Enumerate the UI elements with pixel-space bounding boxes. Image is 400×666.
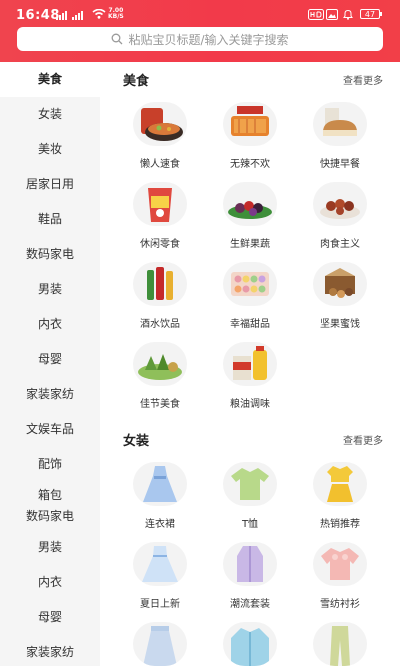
category-label: 酒水饮品 xyxy=(140,319,180,330)
dress-icon xyxy=(133,462,187,506)
view-more-link[interactable]: 查看更多 xyxy=(343,72,383,87)
nuts-box-icon xyxy=(313,262,367,306)
sidebar-item-bags[interactable]: 箱包 xyxy=(0,482,100,504)
signal-icon xyxy=(72,11,83,20)
category-tile[interactable]: 佳节美食 xyxy=(115,342,205,410)
sidebar-item-digital-appliances[interactable]: 数码家电 xyxy=(0,237,100,272)
category-tile[interactable]: 热销推荐 xyxy=(295,462,385,530)
notification-bell-icon xyxy=(343,9,353,20)
category-label: 快捷早餐 xyxy=(320,159,360,170)
category-label: 雪纺衬衫 xyxy=(320,599,360,610)
header-bar: 16:48 7.00 KB/S 47 粘贴宝贝标题/输入关键字搜索 xyxy=(0,0,400,62)
battery-icon: 47 xyxy=(360,9,382,19)
sidebar-item-household[interactable]: 居家日用 xyxy=(0,167,100,202)
category-tile[interactable]: 雪纺衬衫 xyxy=(295,542,385,610)
image-icon xyxy=(326,9,338,20)
category-tile[interactable]: 坚果蜜饯 xyxy=(295,262,385,330)
category-tile[interactable]: 粮油调味 xyxy=(205,342,295,410)
instant-noodles-icon xyxy=(133,102,187,146)
category-tile[interactable]: 休闲零食 xyxy=(115,182,205,250)
sidebar-item-underwear[interactable]: 内衣 xyxy=(0,565,100,600)
net-speed: 7.00 KB/S xyxy=(108,8,124,20)
category-label: T恤 xyxy=(241,519,259,530)
category-label: 佳节美食 xyxy=(140,399,180,410)
view-more-link[interactable]: 查看更多 xyxy=(343,432,383,447)
category-label: 夏日上新 xyxy=(140,599,180,610)
sidebar-item-baby[interactable]: 母婴 xyxy=(0,342,100,377)
chiffon-shirt-icon xyxy=(313,542,367,586)
sidebar-item-menswear[interactable]: 男装 xyxy=(0,530,100,565)
category-label: 生鲜果蔬 xyxy=(230,239,270,250)
sidebar-item-shoes[interactable]: 鞋品 xyxy=(0,202,100,237)
sidebar-item-menswear[interactable]: 男装 xyxy=(0,272,100,307)
category-tile[interactable]: 肉食主义 xyxy=(295,182,385,250)
category-label: 休闲零食 xyxy=(140,239,180,250)
category-sidebar[interactable]: 美食 女装 美妆 居家日用 鞋品 数码家电 男装 内衣 母婴 家装家纺 文娱车品… xyxy=(0,62,100,666)
category-tile[interactable]: 连衣裙 xyxy=(115,462,205,530)
sidebar-item-womens-clothing[interactable]: 女装 xyxy=(0,97,100,132)
sidebar-item-home-textiles[interactable]: 家装家纺 xyxy=(0,635,100,666)
category-tile[interactable]: 酒水饮品 xyxy=(115,262,205,330)
category-label: 懒人速食 xyxy=(140,159,180,170)
section-header-womens-clothing: 女装 查看更多 xyxy=(123,430,383,450)
sidebar-item-entertainment-car[interactable]: 文娱车品 xyxy=(0,412,100,447)
sidebar-item-baby[interactable]: 母婴 xyxy=(0,600,100,635)
hd-icon xyxy=(308,9,324,20)
sidebar-item-underwear[interactable]: 内衣 xyxy=(0,307,100,342)
sidebar-item-digital-appliances[interactable]: 数码家电 xyxy=(0,504,100,530)
macaron-box-icon xyxy=(223,262,277,306)
category-tile[interactable]: 生鲜果蔬 xyxy=(205,182,295,250)
sidebar-item-beauty[interactable]: 美妆 xyxy=(0,132,100,167)
sidebar-item-food[interactable]: 美食 xyxy=(0,62,100,97)
summer-dress-icon xyxy=(133,542,187,586)
signal-icon xyxy=(56,11,67,20)
search-input[interactable]: 粘贴宝贝标题/输入关键字搜索 xyxy=(17,27,383,51)
pants-icon xyxy=(313,622,367,666)
category-label: 粮油调味 xyxy=(230,399,270,410)
outfit-icon xyxy=(223,542,277,586)
category-label: 连衣裙 xyxy=(145,519,175,530)
section-title: 美食 xyxy=(123,74,150,89)
category-tile[interactable] xyxy=(205,622,295,666)
sidebar-item-accessories[interactable]: 配饰 xyxy=(0,447,100,482)
category-tile[interactable]: 幸福甜品 xyxy=(205,262,295,330)
jacket-icon xyxy=(223,622,277,666)
skirt-icon xyxy=(133,622,187,666)
category-tile[interactable]: 夏日上新 xyxy=(115,542,205,610)
category-tile[interactable]: 潮流套装 xyxy=(205,542,295,610)
snack-bag-icon xyxy=(133,182,187,226)
rice-oil-icon xyxy=(223,342,277,386)
category-content: 美食 查看更多 懒人速食 无辣不欢 快捷早餐 休闲零食 生鲜果蔬 肉食主义 酒水… xyxy=(100,62,400,666)
category-tile[interactable] xyxy=(295,622,385,666)
spicy-snack-icon xyxy=(223,102,277,146)
category-tile[interactable] xyxy=(115,622,205,666)
search-placeholder: 粘贴宝贝标题/输入关键字搜索 xyxy=(128,32,289,47)
status-bar: 16:48 7.00 KB/S 47 xyxy=(0,0,400,28)
category-tile[interactable]: T恤 xyxy=(205,462,295,530)
tshirt-icon xyxy=(223,462,277,506)
category-tile[interactable]: 快捷早餐 xyxy=(295,102,385,170)
net-speed-unit: KB/S xyxy=(108,13,124,20)
category-tile[interactable]: 无辣不欢 xyxy=(205,102,295,170)
sidebar-item-home-textiles[interactable]: 家装家纺 xyxy=(0,377,100,412)
category-tile[interactable]: 懒人速食 xyxy=(115,102,205,170)
section-title: 女装 xyxy=(123,434,150,449)
status-time: 16:48 xyxy=(16,8,60,23)
category-label: 无辣不欢 xyxy=(230,159,270,170)
section-header-food: 美食 查看更多 xyxy=(123,70,383,90)
bread-icon xyxy=(313,102,367,146)
top-skirt-icon xyxy=(313,462,367,506)
meat-icon xyxy=(313,182,367,226)
category-label: 幸福甜品 xyxy=(230,319,270,330)
category-label: 热销推荐 xyxy=(320,519,360,530)
category-label: 肉食主义 xyxy=(320,239,360,250)
category-label: 潮流套装 xyxy=(230,599,270,610)
fruit-icon xyxy=(223,182,277,226)
category-label: 坚果蜜饯 xyxy=(320,319,360,330)
wifi-icon xyxy=(92,9,106,19)
search-icon xyxy=(112,33,123,45)
rice-dumplings-icon xyxy=(133,342,187,386)
drink-bottles-icon xyxy=(133,262,187,306)
